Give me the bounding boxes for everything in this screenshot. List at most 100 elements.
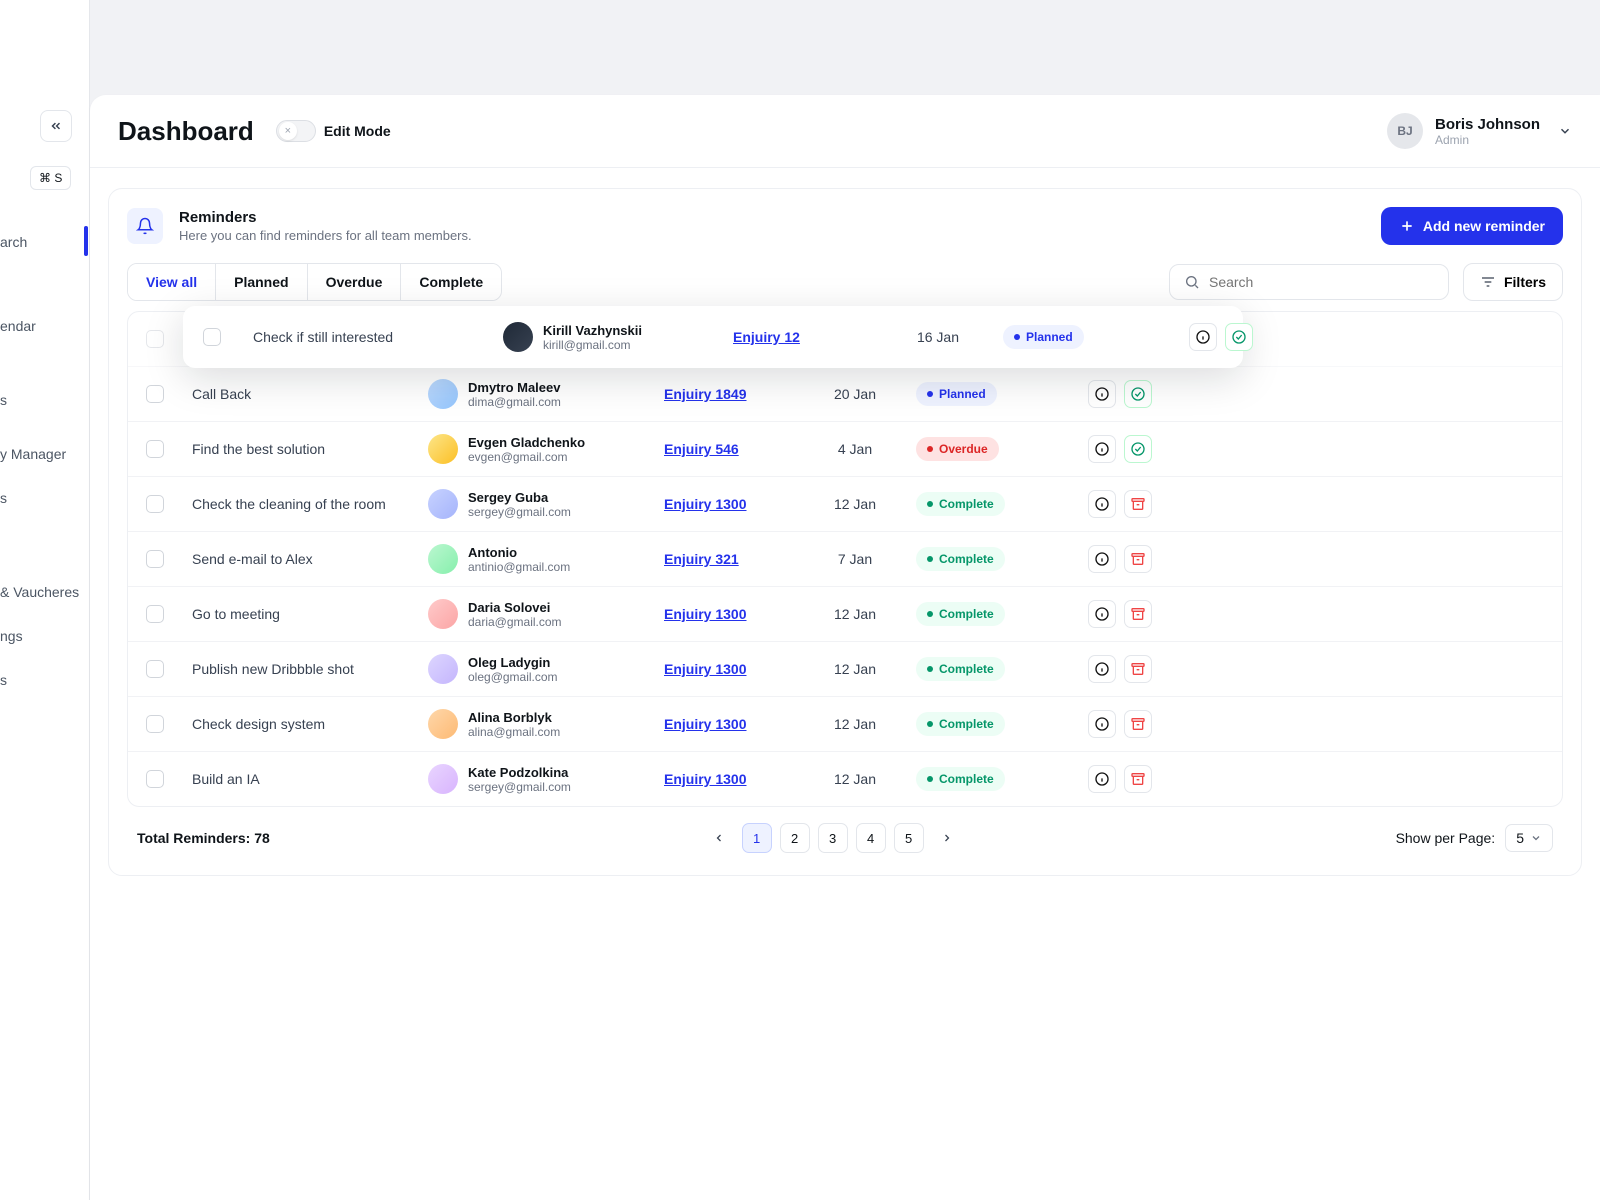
table-row[interactable]: Build an IAKate Podzolkinasergey@gmail.c…: [128, 752, 1562, 806]
sidebar-item[interactable]: arch: [0, 220, 89, 264]
table-row[interactable]: Check design systemAlina Borblykalina@gm…: [128, 697, 1562, 752]
per-page-select[interactable]: 5: [1505, 824, 1553, 852]
page-button[interactable]: 5: [894, 823, 924, 853]
task-title: Check the cleaning of the room: [192, 496, 422, 512]
enquiry-link[interactable]: Enjuiry 1849: [664, 386, 794, 402]
enquiry-link[interactable]: Enjuiry 1300: [664, 661, 794, 677]
complete-button[interactable]: [1124, 435, 1152, 463]
archive-button[interactable]: [1124, 490, 1152, 518]
next-page-button[interactable]: [932, 823, 962, 853]
reminder-date: 4 Jan: [800, 441, 910, 457]
task-title: Publish new Dribbble shot: [192, 661, 422, 677]
page-button[interactable]: 2: [780, 823, 810, 853]
toggle-switch[interactable]: [276, 120, 316, 142]
complete-button[interactable]: [1225, 323, 1253, 351]
edit-mode-toggle[interactable]: Edit Mode: [276, 120, 391, 142]
search-field[interactable]: [1209, 274, 1434, 290]
complete-button[interactable]: [1124, 380, 1152, 408]
row-checkbox[interactable]: [146, 385, 164, 403]
user-avatar: BJ: [1387, 113, 1423, 149]
table-row[interactable]: Go to meetingDaria Soloveidaria@gmail.co…: [128, 587, 1562, 642]
status-badge: Overdue: [916, 437, 999, 461]
table-row[interactable]: Call BackDmytro Maleevdima@gmail.comEnju…: [128, 367, 1562, 422]
status-badge: Complete: [916, 767, 1005, 791]
enquiry-link[interactable]: Enjuiry 546: [664, 441, 794, 457]
row-checkbox[interactable]: [146, 715, 164, 733]
archive-button[interactable]: [1124, 545, 1152, 573]
tab-view-all[interactable]: View all: [128, 264, 216, 300]
sidebar-item[interactable]: endar: [0, 304, 89, 348]
reminder-date: 7 Jan: [800, 551, 910, 567]
page-button[interactable]: 1: [742, 823, 772, 853]
toggle-label: Edit Mode: [324, 123, 391, 139]
info-button[interactable]: [1088, 600, 1116, 628]
page-button[interactable]: 3: [818, 823, 848, 853]
info-button[interactable]: [1189, 323, 1217, 351]
status-badge: Complete: [916, 602, 1005, 626]
row-checkbox[interactable]: [146, 660, 164, 678]
reminder-date: 12 Jan: [800, 661, 910, 677]
sidebar-item[interactable]: s: [0, 476, 89, 520]
table-row[interactable]: Publish new Dribbble shotOleg Ladyginole…: [128, 642, 1562, 697]
table-row[interactable]: Check the cleaning of the room Sergey Gub…: [128, 477, 1562, 532]
enquiry-link[interactable]: Enjuiry 1300: [664, 606, 794, 622]
panel-subtitle: Here you can find reminders for all team…: [179, 228, 472, 243]
row-checkbox[interactable]: [203, 328, 221, 346]
row-checkbox[interactable]: [146, 330, 164, 348]
tab-complete[interactable]: Complete: [401, 264, 501, 300]
info-button[interactable]: [1088, 490, 1116, 518]
filters-button[interactable]: Filters: [1463, 263, 1563, 301]
add-reminder-button[interactable]: Add new reminder: [1381, 207, 1563, 245]
enquiry-link[interactable]: Enjuiry 12: [733, 329, 873, 345]
row-checkbox[interactable]: [146, 495, 164, 513]
table-row[interactable]: Find the best solutionEvgen Gladchenkoev…: [128, 422, 1562, 477]
row-checkbox[interactable]: [146, 605, 164, 623]
info-button[interactable]: [1088, 545, 1116, 573]
person-email: evgen@gmail.com: [468, 450, 585, 464]
person-avatar: [428, 434, 458, 464]
info-button[interactable]: [1088, 655, 1116, 683]
prev-page-button[interactable]: [704, 823, 734, 853]
sidebar-item[interactable]: & Vaucheres: [0, 570, 89, 614]
header: Dashboard Edit Mode BJ Boris Johnson Adm…: [90, 95, 1600, 168]
info-button[interactable]: [1088, 435, 1116, 463]
table-row[interactable]: Send e-mail to AlexAntonioantinio@gmail.…: [128, 532, 1562, 587]
person-name: Sergey Guba: [468, 490, 571, 505]
person-email: daria@gmail.com: [468, 615, 562, 629]
row-checkbox[interactable]: [146, 550, 164, 568]
row-checkbox[interactable]: [146, 440, 164, 458]
task-title: Send e-mail to Alex: [192, 551, 422, 567]
search-icon: [1184, 274, 1200, 290]
archive-button[interactable]: [1124, 765, 1152, 793]
enquiry-link[interactable]: Enjuiry 321: [664, 551, 794, 567]
panel-title: Reminders: [179, 209, 472, 226]
archive-button[interactable]: [1124, 710, 1152, 738]
user-menu[interactable]: BJ Boris Johnson Admin: [1387, 113, 1572, 149]
archive-button[interactable]: [1124, 655, 1152, 683]
info-button[interactable]: [1088, 380, 1116, 408]
person-name: Oleg Ladygin: [468, 655, 558, 670]
info-button[interactable]: [1088, 710, 1116, 738]
row-checkbox[interactable]: [146, 770, 164, 788]
page-button[interactable]: 4: [856, 823, 886, 853]
enquiry-link[interactable]: Enjuiry 1300: [664, 771, 794, 787]
tab-overdue[interactable]: Overdue: [308, 264, 402, 300]
reminder-date: 16 Jan: [873, 329, 1003, 345]
sidebar-item[interactable]: s: [0, 378, 89, 422]
reminder-date: 12 Jan: [800, 716, 910, 732]
info-button[interactable]: [1088, 765, 1116, 793]
person-email: sergey@gmail.com: [468, 505, 571, 519]
sidebar-item[interactable]: ngs: [0, 614, 89, 658]
sidebar-item[interactable]: s: [0, 658, 89, 702]
search-input[interactable]: [1169, 264, 1449, 300]
highlighted-row[interactable]: Check if still interested Kirill Vazhyns…: [183, 306, 1243, 368]
person-name: Evgen Gladchenko: [468, 435, 585, 450]
archive-button[interactable]: [1124, 600, 1152, 628]
page-title: Dashboard: [118, 116, 254, 147]
enquiry-link[interactable]: Enjuiry 1300: [664, 496, 794, 512]
person-email: dima@gmail.com: [468, 395, 561, 409]
enquiry-link[interactable]: Enjuiry 1300: [664, 716, 794, 732]
tab-planned[interactable]: Planned: [216, 264, 307, 300]
sidebar-item[interactable]: y Manager: [0, 432, 89, 476]
sidebar-collapse-button[interactable]: [40, 110, 72, 142]
